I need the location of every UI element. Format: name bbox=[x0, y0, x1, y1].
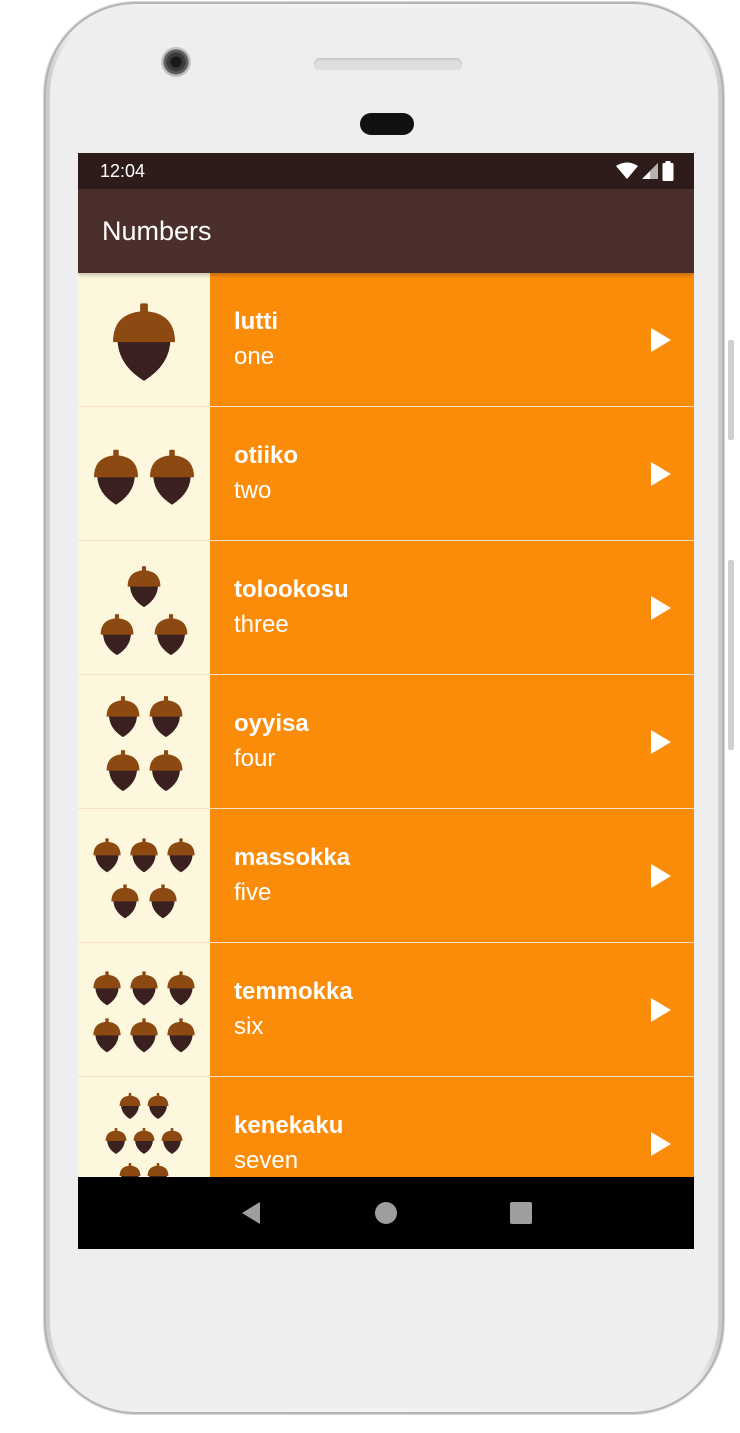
word-text-area[interactable]: lutti one bbox=[210, 273, 694, 406]
english-word: seven bbox=[234, 1146, 299, 1174]
screen: 12:04 Numbers lutti one otiiko two tolookosu… bbox=[78, 153, 694, 1249]
acorn-icon bbox=[119, 1163, 141, 1177]
app-bar: Numbers bbox=[78, 189, 694, 273]
acorn-icon bbox=[93, 1018, 121, 1053]
word-text-area[interactable]: otiiko two bbox=[210, 407, 694, 540]
list-item[interactable]: temmokka six bbox=[78, 943, 694, 1077]
acorn-icon bbox=[147, 1163, 169, 1177]
acorn-icon bbox=[147, 1093, 169, 1120]
number-image bbox=[78, 675, 210, 808]
english-word: six bbox=[234, 1012, 264, 1040]
acorn-icon bbox=[149, 884, 177, 919]
acorn-icon bbox=[133, 1128, 155, 1155]
acorn-icon bbox=[130, 1018, 158, 1053]
volume-button bbox=[728, 560, 734, 750]
list-item[interactable]: otiiko two bbox=[78, 407, 694, 541]
acorn-icon bbox=[113, 303, 175, 381]
acorn-icon bbox=[161, 1128, 183, 1155]
acorn-icon bbox=[100, 614, 134, 656]
recents-icon[interactable] bbox=[509, 1201, 533, 1225]
proximity-sensor bbox=[360, 113, 414, 135]
play-icon[interactable] bbox=[650, 327, 672, 353]
play-icon[interactable] bbox=[650, 997, 672, 1023]
acorn-icon bbox=[167, 971, 195, 1006]
acorn-icon bbox=[127, 566, 161, 608]
list-item[interactable]: kenekaku seven bbox=[78, 1077, 694, 1177]
acorn-icon bbox=[105, 1128, 127, 1155]
wifi-icon bbox=[616, 162, 638, 179]
number-image bbox=[78, 273, 210, 406]
native-word: massokka bbox=[234, 843, 351, 871]
list-item[interactable]: massokka five bbox=[78, 809, 694, 943]
acorn-icon bbox=[149, 750, 183, 792]
english-word: four bbox=[234, 744, 276, 772]
list-item[interactable]: lutti one bbox=[78, 273, 694, 407]
back-icon[interactable] bbox=[239, 1201, 263, 1225]
acorn-icon bbox=[167, 838, 195, 873]
front-camera-icon bbox=[161, 47, 191, 77]
play-icon[interactable] bbox=[650, 461, 672, 487]
acorn-icon bbox=[167, 1018, 195, 1053]
word-text-area[interactable]: temmokka six bbox=[210, 943, 694, 1076]
play-icon[interactable] bbox=[650, 595, 672, 621]
english-word: two bbox=[234, 476, 272, 504]
number-image bbox=[78, 541, 210, 674]
acorn-icon bbox=[94, 449, 138, 505]
acorn-icon bbox=[111, 884, 139, 919]
word-text-area[interactable]: kenekaku seven bbox=[210, 1077, 694, 1177]
earpiece-speaker bbox=[314, 58, 462, 70]
english-word: three bbox=[234, 610, 289, 638]
word-text-area[interactable]: massokka five bbox=[210, 809, 694, 942]
word-text-area[interactable]: oyyisa four bbox=[210, 675, 694, 808]
number-image bbox=[78, 1077, 210, 1177]
acorn-icon bbox=[93, 838, 121, 873]
native-word: lutti bbox=[234, 307, 278, 335]
play-icon[interactable] bbox=[650, 1131, 672, 1157]
word-text-area[interactable]: tolookosu three bbox=[210, 541, 694, 674]
acorn-icon bbox=[149, 696, 183, 738]
list-item[interactable]: tolookosu three bbox=[78, 541, 694, 675]
power-button bbox=[728, 340, 734, 440]
home-icon[interactable] bbox=[374, 1201, 398, 1225]
acorn-icon bbox=[130, 838, 158, 873]
english-word: one bbox=[234, 342, 275, 370]
signal-icon bbox=[642, 163, 658, 179]
number-image bbox=[78, 943, 210, 1076]
acorn-icon bbox=[130, 971, 158, 1006]
battery-icon bbox=[662, 161, 674, 181]
play-icon[interactable] bbox=[650, 729, 672, 755]
acorn-icon bbox=[106, 750, 140, 792]
word-list[interactable]: lutti one otiiko two tolookosu three oyyisa fou… bbox=[78, 273, 694, 1177]
list-item[interactable]: oyyisa four bbox=[78, 675, 694, 809]
status-bar: 12:04 bbox=[78, 153, 694, 189]
acorn-icon bbox=[93, 971, 121, 1006]
native-word: kenekaku bbox=[234, 1111, 344, 1139]
navigation-bar bbox=[78, 1177, 694, 1249]
status-time: 12:04 bbox=[100, 160, 146, 181]
native-word: otiiko bbox=[234, 441, 298, 469]
english-word: five bbox=[234, 878, 272, 906]
number-image bbox=[78, 407, 210, 540]
acorn-icon bbox=[119, 1093, 141, 1120]
native-word: oyyisa bbox=[234, 709, 309, 737]
native-word: tolookosu bbox=[234, 575, 349, 603]
page-title: Numbers bbox=[102, 215, 212, 246]
native-word: temmokka bbox=[234, 977, 353, 1005]
acorn-icon bbox=[106, 696, 140, 738]
acorn-icon bbox=[150, 449, 194, 505]
play-icon[interactable] bbox=[650, 863, 672, 889]
acorn-icon bbox=[154, 614, 188, 656]
number-image bbox=[78, 809, 210, 942]
